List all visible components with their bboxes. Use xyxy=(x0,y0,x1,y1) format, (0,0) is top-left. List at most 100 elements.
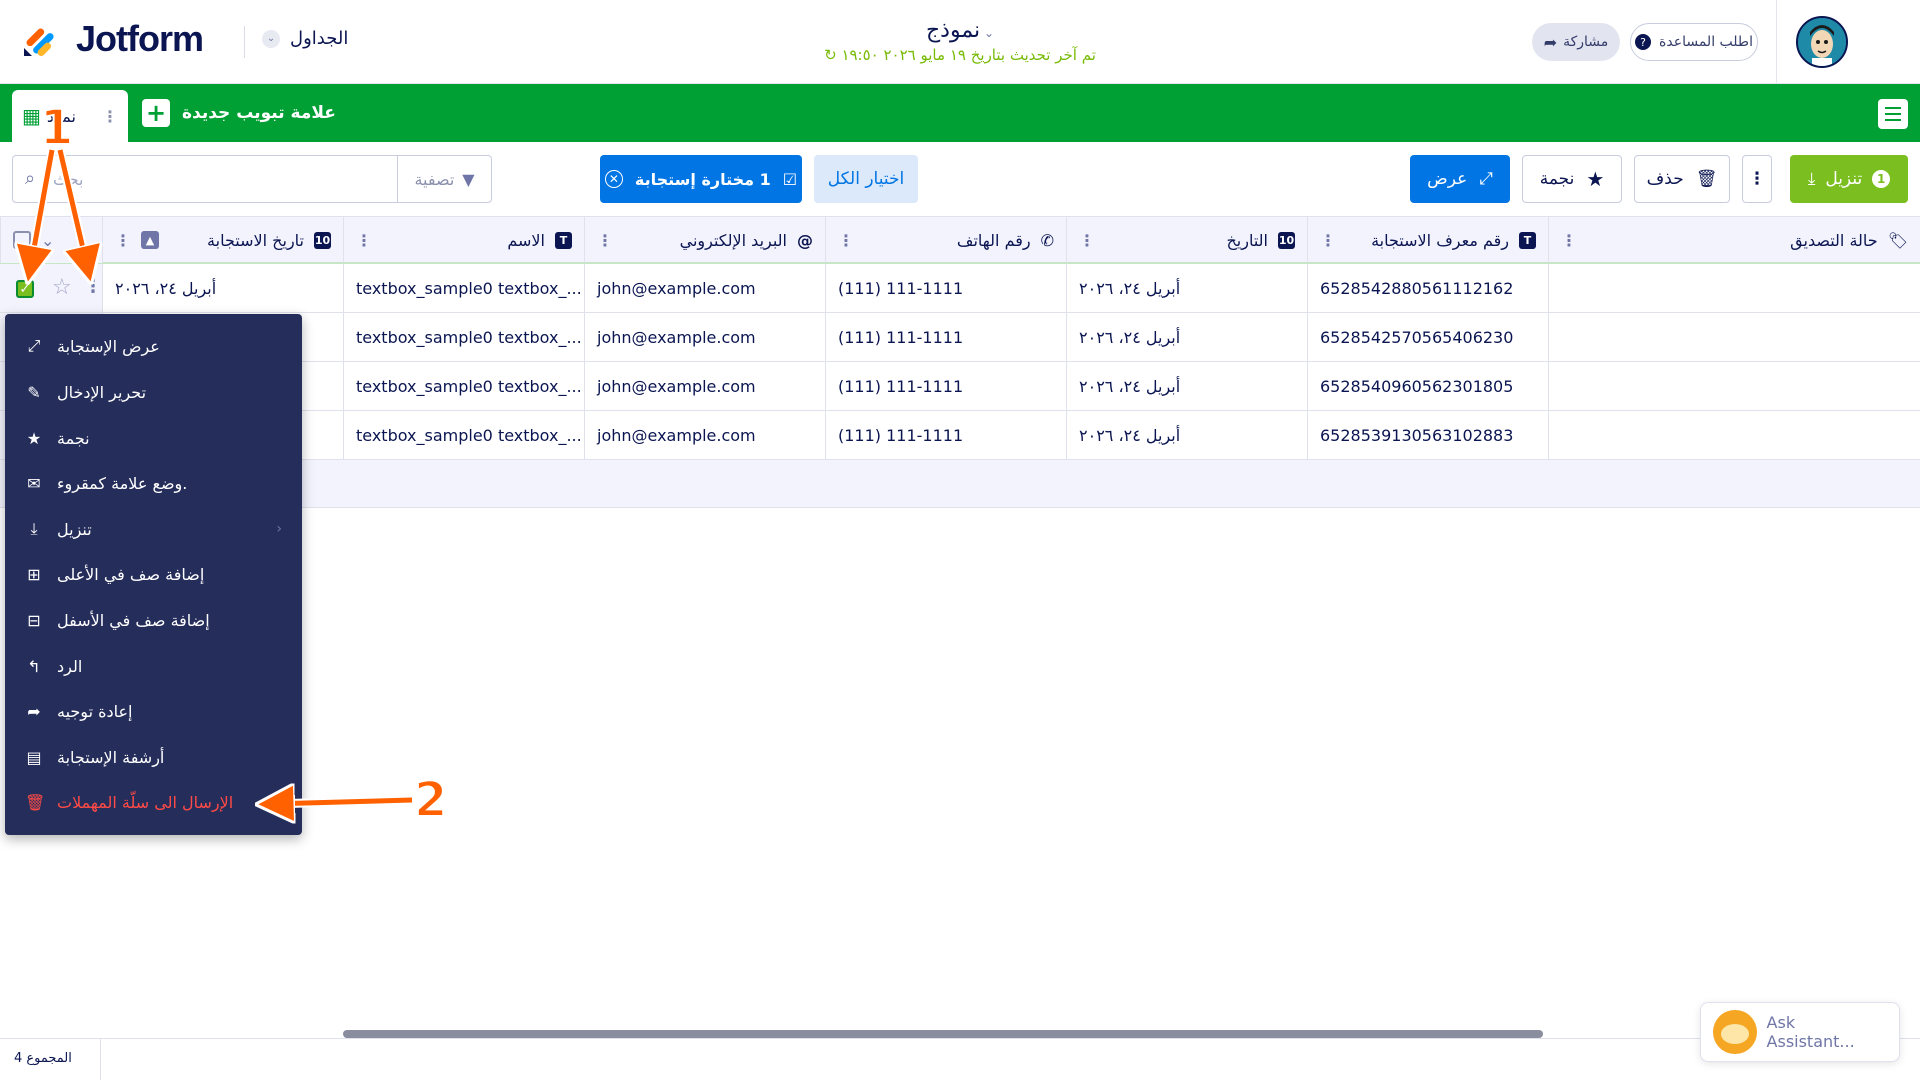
cell-phone[interactable]: (111) 111-1111 xyxy=(825,313,1066,361)
filter-icon: ▼ xyxy=(462,169,475,189)
avatar[interactable] xyxy=(1796,16,1848,68)
more-options-button[interactable]: ⋮ xyxy=(1742,155,1772,203)
select-all-button[interactable]: اختيار الكل xyxy=(814,155,918,203)
star-button[interactable]: ★ نجمة xyxy=(1522,155,1622,203)
row-menu-icon[interactable]: ⋮ xyxy=(84,276,102,297)
cell-email[interactable]: john@example.com xyxy=(584,362,825,410)
menu-item-move-to-trash[interactable]: 🗑 الإرسال الى سلّة المهملات xyxy=(5,780,302,824)
assistant-label: Ask Assistant... xyxy=(1766,1013,1855,1051)
cell-date[interactable]: أبريل ٢٤، ٢٠٢٦ xyxy=(1066,411,1307,459)
chevron-right-icon: › xyxy=(276,521,282,537)
menu-item-star[interactable]: ★ نجمة xyxy=(5,416,302,460)
cell-response-id[interactable]: 6528540960562301805 xyxy=(1307,362,1548,410)
cell-name[interactable]: textbox_sample0 textbox_... xyxy=(343,264,584,312)
column-menu-icon[interactable]: ⋮ xyxy=(356,231,372,250)
tables-dropdown[interactable]: الجداول ⌄ xyxy=(262,28,348,49)
menu-item-reply[interactable]: ↰ الرد xyxy=(5,644,302,688)
annotation-number-1: 1 xyxy=(39,99,74,157)
row-checkbox[interactable]: ✓ xyxy=(16,280,34,298)
table-row[interactable]: ✓ ☆ ⋮ أبريل ٢٤، ٢٠٢٦ textbox_sample0 tex… xyxy=(0,264,1920,313)
ask-assistant-button[interactable]: Ask Assistant... xyxy=(1700,1002,1900,1062)
download-button[interactable]: 1 تنزيل ⤓ xyxy=(1790,155,1908,203)
help-label: اطلب المساعدة xyxy=(1659,34,1753,50)
hamburger-menu-button[interactable] xyxy=(1878,99,1908,129)
share-button[interactable]: مشاركة ➦ xyxy=(1532,23,1620,61)
share-icon: ➦ xyxy=(1543,32,1558,52)
new-tab-label: علامة تبويب جديدة xyxy=(182,103,336,123)
cell-date[interactable]: أبريل ٢٤، ٢٠٢٦ xyxy=(1066,313,1307,361)
column-menu-icon[interactable]: ⋮ xyxy=(597,231,613,250)
menu-item-archive[interactable]: ▤ أرشفة الإستجابة xyxy=(5,735,302,779)
column-header-phone[interactable]: ✆ رقم الهاتف ⋮ xyxy=(825,217,1066,263)
star-icon: ★ xyxy=(26,428,42,448)
cell-response-id[interactable]: 6528542880561112162 xyxy=(1307,264,1548,312)
header-checkbox[interactable] xyxy=(13,231,31,249)
menu-item-edit-entry[interactable]: ✎ تحرير الإدخال xyxy=(5,370,302,414)
chevron-down-icon[interactable]: ⌄ xyxy=(41,231,54,250)
column-header-verification-status[interactable]: 🏷 حالة التصديق ⋮ xyxy=(1548,217,1920,263)
cell-verification-status[interactable] xyxy=(1548,362,1920,410)
chevron-down-icon: ⌄ xyxy=(262,29,280,48)
menu-item-download[interactable]: ⤓ تنزيل › xyxy=(5,507,302,551)
column-header-response-id[interactable]: T رقم معرف الاستجابة ⋮ xyxy=(1307,217,1548,263)
cell-phone[interactable]: (111) 111-1111 xyxy=(825,362,1066,410)
cell-phone[interactable]: (111) 111-1111 xyxy=(825,411,1066,459)
search-input[interactable]: بحث xyxy=(53,170,84,189)
cell-name[interactable]: textbox_sample0 textbox_... xyxy=(343,313,584,361)
cell-response-date[interactable]: أبريل ٢٤، ٢٠٢٦ xyxy=(102,264,343,312)
select-all-header[interactable]: ⌄ xyxy=(0,217,102,263)
horizontal-scrollbar[interactable] xyxy=(343,1030,1543,1038)
menu-item-forward[interactable]: ➦ إعادة توجيه xyxy=(5,689,302,733)
cell-name[interactable]: textbox_sample0 textbox_... xyxy=(343,411,584,459)
column-menu-icon[interactable]: ⋮ xyxy=(1320,231,1336,250)
cell-response-id[interactable]: 6528539130563102883 xyxy=(1307,411,1548,459)
cell-phone[interactable]: (111) 111-1111 xyxy=(825,264,1066,312)
download-icon: ⤓ xyxy=(1807,169,1816,189)
logo-text[interactable]: Jotform xyxy=(76,18,204,60)
column-menu-icon[interactable]: ⋮ xyxy=(115,231,131,250)
cell-email[interactable]: john@example.com xyxy=(584,264,825,312)
jotform-logo-icon[interactable] xyxy=(22,20,60,58)
filter-button[interactable]: ▼ تصفية xyxy=(397,156,491,202)
cell-verification-status[interactable] xyxy=(1548,313,1920,361)
menu-item-mark-read[interactable]: ✉ وضع علامة كمقروء. xyxy=(5,461,302,505)
help-button[interactable]: اطلب المساعدة ? xyxy=(1630,23,1758,61)
user-face-icon xyxy=(1798,18,1846,66)
cell-email[interactable]: john@example.com xyxy=(584,313,825,361)
star-icon: ★ xyxy=(1586,167,1605,191)
view-button[interactable]: ⤢ عرض xyxy=(1410,155,1510,203)
selected-responses-chip[interactable]: ☑ 1 مختارة إستجابة ✕ xyxy=(600,155,802,203)
expand-icon: ⤢ xyxy=(27,336,41,355)
star-outline-icon[interactable]: ☆ xyxy=(52,275,72,300)
cell-date[interactable]: أبريل ٢٤، ٢٠٢٦ xyxy=(1066,264,1307,312)
pin-icon[interactable]: ▲ xyxy=(141,231,159,249)
tab-kebab-icon[interactable]: ⋮ xyxy=(102,107,118,126)
cell-verification-status[interactable] xyxy=(1548,411,1920,459)
column-header-email[interactable]: @ البريد الإلكتروني ⋮ xyxy=(584,217,825,263)
calendar-icon: 10 xyxy=(314,231,331,249)
download-icon: ⤓ xyxy=(30,519,38,538)
cell-name[interactable]: textbox_sample0 textbox_... xyxy=(343,362,584,410)
column-menu-icon[interactable]: ⋮ xyxy=(1079,231,1095,250)
column-menu-icon[interactable]: ⋮ xyxy=(838,231,854,250)
cell-date[interactable]: أبريل ٢٤، ٢٠٢٦ xyxy=(1066,362,1307,410)
column-header-name[interactable]: T الاسم ⋮ xyxy=(343,217,584,263)
delete-button[interactable]: 🗑 حذف xyxy=(1634,155,1730,203)
annotation-number-2: 2 xyxy=(413,771,448,829)
reply-icon: ↰ xyxy=(27,656,41,676)
divider xyxy=(244,26,245,58)
column-header-response-date[interactable]: 10 تاريخ الاستجابة ▲ ⋮ xyxy=(102,217,343,263)
column-header-date[interactable]: 10 التاريخ ⋮ xyxy=(1066,217,1307,263)
new-tab-button[interactable]: + علامة تبويب جديدة xyxy=(142,97,336,129)
close-icon[interactable]: ✕ xyxy=(604,170,623,188)
cell-response-id[interactable]: 6528542570565406230 xyxy=(1307,313,1548,361)
menu-item-add-row-below[interactable]: ⊟ إضافة صف في الأسفل xyxy=(5,598,302,642)
menu-item-view-response[interactable]: ⤢ عرض الإستجابة xyxy=(5,324,302,368)
column-menu-icon[interactable]: ⋮ xyxy=(1561,231,1577,250)
share-label: مشاركة xyxy=(1563,34,1609,50)
cell-email[interactable]: john@example.com xyxy=(584,411,825,459)
divider xyxy=(1776,0,1777,84)
menu-item-add-row-above[interactable]: ⊞ إضافة صف في الأعلى xyxy=(5,552,302,596)
cell-verification-status[interactable] xyxy=(1548,264,1920,312)
form-title[interactable]: نموذج ⌄ xyxy=(860,18,1060,43)
